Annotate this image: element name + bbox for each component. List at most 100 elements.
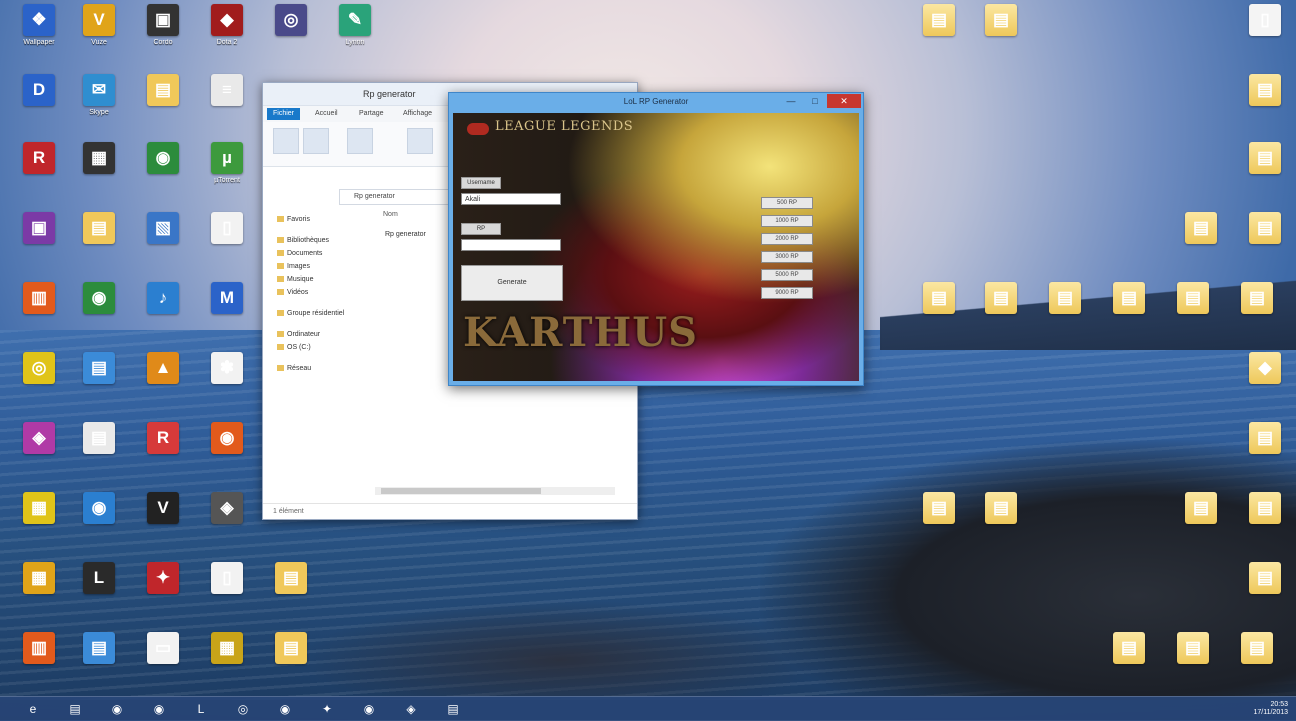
nav-musique[interactable]: Musique: [277, 273, 427, 286]
rp-option-button[interactable]: 9000 RP: [761, 287, 813, 299]
desktop-icon[interactable]: L: [70, 560, 128, 618]
desktop-icon[interactable]: ◉: [198, 420, 256, 478]
desktop-icon[interactable]: ▣: [10, 210, 68, 268]
rp-option-button[interactable]: 1000 RP: [761, 215, 813, 227]
rp-option-button[interactable]: 3000 RP: [761, 251, 813, 263]
desktop-icon[interactable]: ▤: [1236, 420, 1294, 478]
desktop-icon[interactable]: ▤: [910, 280, 968, 338]
horizontal-scrollbar[interactable]: [375, 487, 615, 495]
username-input[interactable]: Akali: [461, 193, 561, 205]
move-button[interactable]: [347, 128, 373, 154]
desktop-icon[interactable]: ▯: [198, 560, 256, 618]
new-folder-button[interactable]: [407, 128, 433, 154]
desktop-icon[interactable]: ▤: [1100, 280, 1158, 338]
rp-option-button[interactable]: 500 RP: [761, 197, 813, 209]
desktop-icon[interactable]: ◈: [10, 420, 68, 478]
system-tray-clock[interactable]: 20:53 17/11/2013: [1253, 701, 1288, 717]
desktop-icon[interactable]: ◎: [262, 2, 320, 60]
desktop-icon[interactable]: ◆ Dota 2: [198, 2, 256, 60]
desktop-icon[interactable]: ▤: [70, 350, 128, 408]
desktop-icon[interactable]: ▤: [1228, 280, 1286, 338]
taskbar-app-icon[interactable]: ◎: [228, 699, 258, 719]
desktop-icon[interactable]: ✎ Lynnn: [326, 2, 384, 60]
taskbar-app-icon[interactable]: ▤: [60, 699, 90, 719]
nav-images[interactable]: Images: [277, 260, 427, 273]
taskbar-app-icon[interactable]: e: [18, 699, 48, 719]
taskbar-app-icon[interactable]: ◉: [144, 699, 174, 719]
desktop-icon[interactable]: ▤: [262, 560, 320, 618]
desktop-icon[interactable]: ▥: [10, 630, 68, 688]
nav-favoris[interactable]: Favoris: [277, 213, 427, 226]
taskbar-app-icon[interactable]: ◈: [396, 699, 426, 719]
tab-accueil[interactable]: Accueil: [309, 108, 344, 120]
desktop-icon[interactable]: ▭: [134, 630, 192, 688]
desktop-icon[interactable]: ▯: [1236, 2, 1294, 60]
desktop-icon[interactable]: ▦: [10, 560, 68, 618]
desktop-icon[interactable]: ▤: [134, 72, 192, 130]
nav-videos[interactable]: Vidéos: [277, 286, 427, 299]
taskbar-app-icon[interactable]: ✦: [312, 699, 342, 719]
desktop-icon[interactable]: ▤: [1172, 490, 1230, 548]
desktop-icon[interactable]: ◆: [1236, 350, 1294, 408]
desktop-icon[interactable]: ▤: [1228, 630, 1286, 688]
desktop-icon[interactable]: ▤: [910, 2, 968, 60]
nav-reseau[interactable]: Réseau: [277, 362, 427, 375]
tab-affichage[interactable]: Affichage: [397, 108, 438, 120]
desktop-icon[interactable]: D: [10, 72, 68, 130]
taskbar-app-icon[interactable]: ◉: [102, 699, 132, 719]
taskbar-app-icon[interactable]: L: [186, 699, 216, 719]
desktop-icon[interactable]: ◉: [70, 280, 128, 338]
desktop-icon[interactable]: ▤: [910, 490, 968, 548]
desktop-icon[interactable]: ▤: [1236, 210, 1294, 268]
desktop-icon[interactable]: ▤: [70, 210, 128, 268]
desktop-icon[interactable]: ▤: [1236, 140, 1294, 198]
desktop-icon[interactable]: ▤: [70, 420, 128, 478]
nav-os-c[interactable]: OS (C:): [277, 341, 427, 354]
desktop-icon[interactable]: ◉: [134, 140, 192, 198]
desktop-icon[interactable]: ◉: [70, 490, 128, 548]
rp-option-button[interactable]: 5000 RP: [761, 269, 813, 281]
nav-groupe-residentiel[interactable]: Groupe résidentiel: [277, 307, 427, 320]
desktop-icon[interactable]: ▦: [70, 140, 128, 198]
desktop-icon[interactable]: ▤: [972, 280, 1030, 338]
desktop-icon[interactable]: ▤: [1236, 560, 1294, 618]
scrollbar-thumb[interactable]: [381, 488, 541, 494]
taskbar-app-icon[interactable]: ▤: [438, 699, 468, 719]
desktop-icon[interactable]: ▤: [70, 630, 128, 688]
nav-documents[interactable]: Documents: [277, 247, 427, 260]
desktop-icon[interactable]: M: [198, 280, 256, 338]
desktop-icon[interactable]: ▧: [134, 210, 192, 268]
desktop-icon[interactable]: ▤: [1236, 490, 1294, 548]
desktop-icon[interactable]: V: [134, 490, 192, 548]
desktop-icon[interactable]: V Vuze: [70, 2, 128, 60]
desktop-icon[interactable]: ▲: [134, 350, 192, 408]
nav-ordinateur[interactable]: Ordinateur: [277, 328, 427, 341]
desktop-icon[interactable]: µ µTorrent: [198, 140, 256, 198]
desktop-icon[interactable]: ▥: [10, 280, 68, 338]
tab-partage[interactable]: Partage: [353, 108, 390, 120]
nav-bibliotheques[interactable]: Bibliothèques: [277, 234, 427, 247]
desktop-icon[interactable]: ▤: [1236, 72, 1294, 130]
desktop-icon[interactable]: R: [134, 420, 192, 478]
generate-button[interactable]: Generate: [461, 265, 563, 301]
desktop-icon[interactable]: ❖ Wallpaper: [10, 2, 68, 60]
desktop-icon[interactable]: ▤: [1172, 210, 1230, 268]
tab-fichier[interactable]: Fichier: [267, 108, 301, 120]
taskbar-app-icon[interactable]: ◉: [354, 699, 384, 719]
desktop-icon[interactable]: ▤: [972, 490, 1030, 548]
rp-amount-dropdown[interactable]: [461, 239, 561, 251]
copy-button[interactable]: [273, 128, 299, 154]
close-button[interactable]: ✕: [827, 94, 861, 108]
desktop-icon[interactable]: ▤: [262, 630, 320, 688]
rp-generator-window[interactable]: LoL RP Generator — □ ✕ LEAGUE LEGENDS User…: [448, 92, 864, 386]
desktop-icon[interactable]: ◎: [10, 350, 68, 408]
taskbar-app-icon[interactable]: ◉: [270, 699, 300, 719]
maximize-button[interactable]: □: [803, 94, 827, 108]
desktop-icon[interactable]: ▣ Cordo: [134, 2, 192, 60]
desktop-icon[interactable]: ▤: [972, 2, 1030, 60]
desktop-icon[interactable]: ▤: [1164, 630, 1222, 688]
paste-button[interactable]: [303, 128, 329, 154]
desktop-icon[interactable]: ▤: [1036, 280, 1094, 338]
rp-option-button[interactable]: 2000 RP: [761, 233, 813, 245]
desktop-icon[interactable]: ≡: [198, 72, 256, 130]
